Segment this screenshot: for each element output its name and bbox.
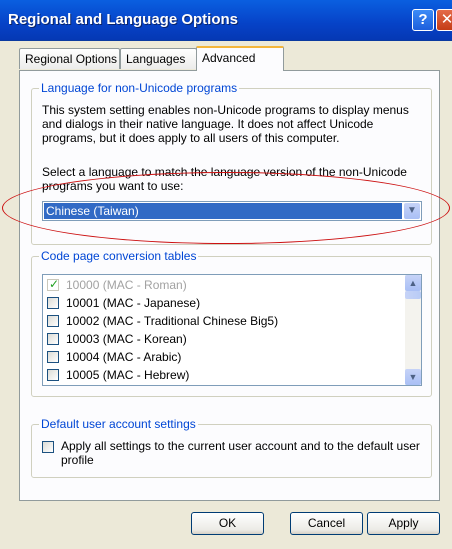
language-group: Language for non-Unicode programs This s… xyxy=(31,81,432,245)
checkbox-10005[interactable] xyxy=(47,369,59,381)
chevron-down-icon[interactable]: ▼ xyxy=(404,203,420,219)
checkbox-10001[interactable] xyxy=(47,297,59,309)
default-settings-group: Default user account settings Apply all … xyxy=(31,417,432,478)
advanced-tab-panel: Language for non-Unicode programs This s… xyxy=(19,70,440,501)
checkbox-10002[interactable] xyxy=(47,315,59,327)
codepage-group: Code page conversion tables 10000 (MAC -… xyxy=(31,249,432,397)
ok-button[interactable]: OK xyxy=(191,512,264,535)
tab-languages[interactable]: Languages xyxy=(120,48,197,69)
apply-default-checkbox[interactable] xyxy=(42,441,54,453)
checkbox-10004[interactable] xyxy=(47,351,59,363)
tab-advanced[interactable]: Advanced xyxy=(196,46,284,71)
vertical-scrollbar[interactable]: ▲ ▼ xyxy=(405,275,421,385)
apply-default-label[interactable]: Apply all settings to the current user a… xyxy=(61,439,421,467)
list-item-label: 10001 (MAC - Japanese) xyxy=(66,296,201,310)
codepage-group-title: Code page conversion tables xyxy=(39,249,199,263)
window-title: Regional and Language Options xyxy=(8,11,239,28)
list-item-label: 10005 (MAC - Hebrew) xyxy=(66,368,190,382)
language-select-value: Chinese (Taiwan) xyxy=(44,203,402,219)
scroll-down-icon[interactable]: ▼ xyxy=(405,369,421,385)
title-bar[interactable]: Regional and Language Options ? ✕ xyxy=(0,0,452,41)
checkbox-10000 xyxy=(47,277,59,291)
help-button[interactable]: ? xyxy=(412,9,434,31)
codepage-list[interactable]: 10000 (MAC - Roman) 10001 (MAC - Japanes… xyxy=(42,274,422,386)
list-item-label: 10004 (MAC - Arabic) xyxy=(66,350,182,364)
language-description: This system setting enables non-Unicode … xyxy=(42,103,409,145)
apply-button[interactable]: Apply xyxy=(367,512,440,535)
close-icon: ✕ xyxy=(440,11,452,28)
scroll-thumb[interactable] xyxy=(405,291,421,299)
tab-regional-options[interactable]: Regional Options xyxy=(19,48,120,69)
list-item-label: 10003 (MAC - Korean) xyxy=(66,332,187,346)
language-select[interactable]: Chinese (Taiwan) ▼ xyxy=(42,201,422,221)
default-settings-title: Default user account settings xyxy=(39,417,198,431)
cancel-button[interactable]: Cancel xyxy=(290,512,363,535)
dialog-window: Regional and Language Options ? ✕ Region… xyxy=(0,0,452,549)
language-prompt: Select a language to match the language … xyxy=(42,165,407,193)
close-button[interactable]: ✕ xyxy=(436,9,452,31)
help-icon: ? xyxy=(418,11,428,28)
list-item-label: 10000 (MAC - Roman) xyxy=(66,278,187,292)
checkbox-10003[interactable] xyxy=(47,333,59,345)
scroll-up-icon[interactable]: ▲ xyxy=(405,275,421,291)
list-item-label: 10002 (MAC - Traditional Chinese Big5) xyxy=(66,314,279,328)
language-group-title: Language for non-Unicode programs xyxy=(39,81,240,95)
